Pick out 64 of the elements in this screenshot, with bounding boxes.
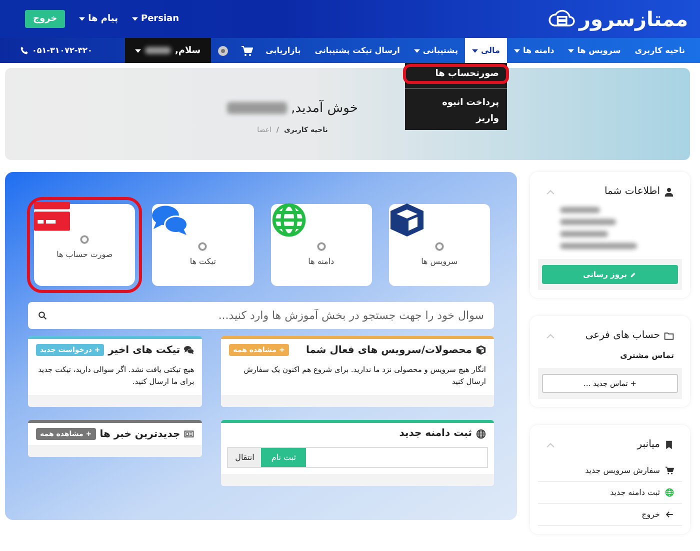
count-dot-icon [80, 234, 90, 244]
shortcut-link[interactable]: سفارش سرویس جدید [538, 460, 682, 482]
search-icon [38, 311, 47, 320]
card-title: اطلاعات شما [604, 186, 660, 197]
shortcut-tile[interactable]: تیکت ها [152, 204, 254, 286]
dropdown-item[interactable]: پرداخت انبوه [405, 95, 508, 111]
chevron-up-icon [546, 442, 555, 448]
cart-icon [665, 466, 674, 475]
circle-icon [216, 44, 229, 56]
nav-item[interactable]: دامنه ها [507, 38, 562, 63]
contact-name: تماس مشتری [619, 351, 675, 362]
pencil-icon [630, 271, 637, 278]
phone-number: ۰۵۱-۳۱۰۷۲-۳۲۰ [32, 46, 92, 55]
nav-item[interactable]: سرویس ها [561, 38, 628, 63]
dropdown-item[interactable]: واریز [405, 111, 508, 127]
globe-icon [665, 488, 674, 497]
dropdown-item[interactable]: صورتحساب ها [405, 66, 508, 82]
account-menu-button[interactable]: سلام, [124, 38, 211, 63]
cube-icon [388, 202, 425, 238]
cube-icon [476, 345, 486, 355]
card-title: حساب های فرعی [585, 330, 660, 341]
blurred-name [144, 47, 171, 54]
shortcut-link[interactable]: ثبت دامنه جدید [538, 482, 682, 504]
tile-label: دامنه ها [308, 257, 334, 266]
shortcut-link[interactable]: خروج [538, 504, 682, 526]
blurred-text [560, 207, 600, 213]
caret-icon [134, 48, 141, 52]
nav-item[interactable]: پشتیبانی [406, 38, 465, 63]
globe-icon [476, 428, 486, 439]
globe-icon [270, 202, 306, 238]
tile-label: سرویس ها [421, 257, 458, 266]
phone-icon [20, 46, 29, 55]
credit-card-icon [34, 202, 70, 231]
blurred-text [560, 219, 616, 225]
card-title: تیکت های اخیر [108, 344, 180, 356]
user-icon [664, 186, 674, 196]
top-menu-link[interactable]: پیام ها [79, 14, 118, 24]
count-dot-icon [198, 242, 208, 251]
shortcut-tile[interactable]: دامنه ها [270, 204, 372, 286]
chevron-up-icon [546, 188, 555, 194]
blurred-text [560, 231, 608, 237]
cart-icon [240, 44, 253, 56]
logo-text: ممتازسرور [578, 7, 688, 31]
card-title: ثبت دامنه جدید [399, 428, 472, 440]
bookmark-icon [664, 440, 674, 450]
chevron-up-icon [546, 332, 555, 338]
top-menu-link[interactable]: Persian [132, 14, 180, 24]
card-title: جدیدترین خبر ها [100, 428, 180, 440]
nav-item[interactable]: ارسال تیکت پشتیبانی [308, 38, 407, 63]
count-dot-icon [316, 242, 326, 251]
newspaper-icon [184, 429, 194, 440]
chat-bubbles-icon [184, 345, 194, 355]
card-title: محصولات/سرویس های فعال شما [306, 344, 472, 356]
blurred-name [227, 102, 288, 114]
card-title: میانبر [637, 439, 660, 450]
tile-label: تیکت ها [190, 257, 216, 266]
welcome-title: خوش آمدید, [291, 100, 358, 116]
folder-icon [664, 330, 674, 340]
nav-item[interactable]: بازاریابی [258, 38, 308, 63]
nav-item[interactable]: ناحیه کاربری [628, 38, 692, 63]
count-dot-icon [434, 242, 444, 251]
tile-label: صورت حساب ها [56, 250, 113, 259]
shortcut-tile[interactable]: سرویس ها [388, 204, 490, 286]
arrow-icon [665, 510, 674, 519]
